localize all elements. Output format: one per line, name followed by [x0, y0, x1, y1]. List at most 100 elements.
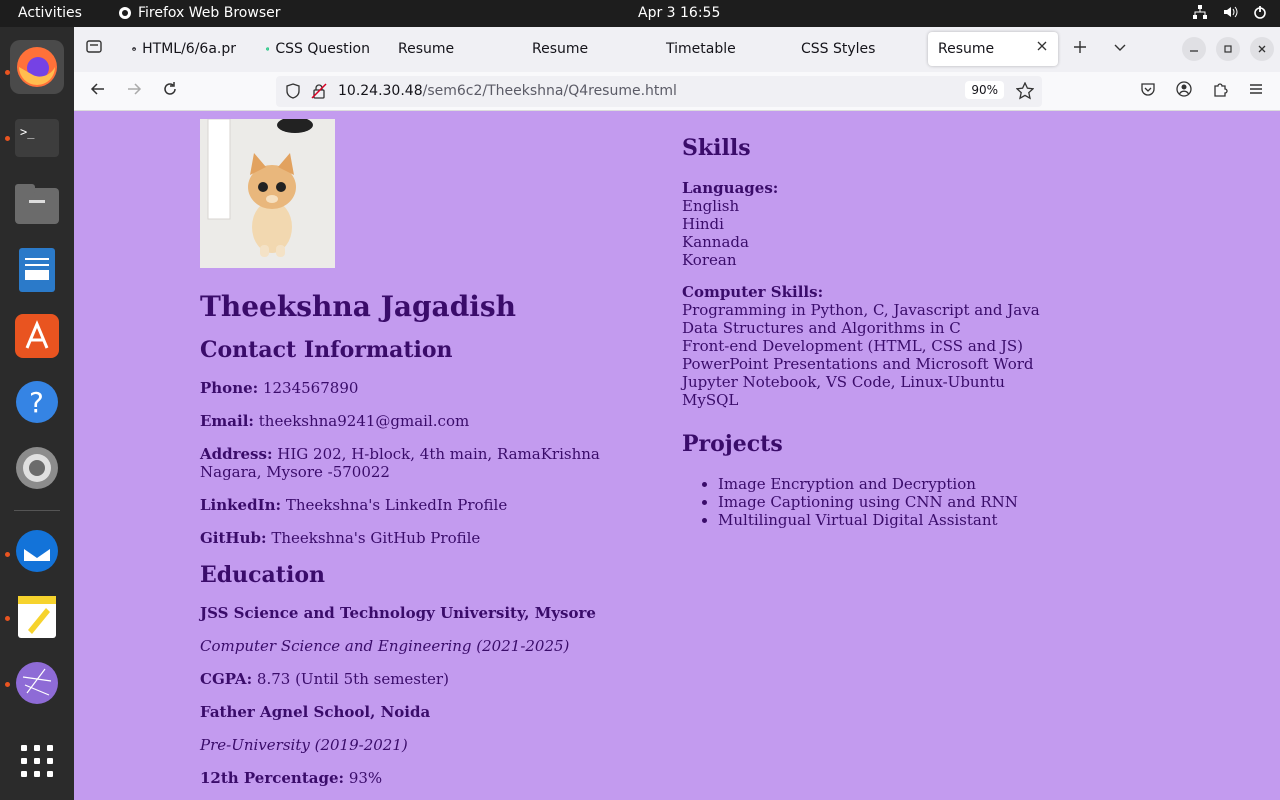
email-label: Email:	[200, 412, 254, 430]
arrow-left-icon	[90, 83, 104, 95]
close-tab-button[interactable]	[1036, 40, 1048, 56]
close-window-button[interactable]	[1250, 37, 1274, 61]
dock-firefox[interactable]	[10, 40, 64, 94]
cgpa-value: 8.73 (Until 5th semester)	[256, 670, 449, 688]
chatgpt-icon	[266, 47, 270, 51]
top-bar: Activities Firefox Web Browser Apr 3 16:…	[0, 0, 1280, 27]
folder-icon	[15, 184, 59, 224]
language-item: Hindi	[682, 215, 724, 233]
contact-email: Email: theekshna9241@gmail.com	[200, 412, 660, 430]
dock-app-center[interactable]	[10, 309, 64, 363]
maximize-icon	[1224, 45, 1232, 53]
left-column: Theekshna Jagadish Contact Information P…	[200, 119, 660, 800]
dock-network-app[interactable]	[10, 656, 64, 710]
tab-timetable[interactable]: Timetable	[656, 32, 780, 66]
cgpa-label: CGPA:	[200, 670, 253, 688]
dock-help[interactable]: ?	[10, 375, 64, 429]
tab-bar: HTML/6/6a.pr CSS Question Resume Resume …	[74, 27, 1280, 72]
firefox-small-icon	[119, 7, 131, 19]
app-name: Firefox Web Browser	[138, 5, 281, 21]
network-icon	[1193, 5, 1207, 19]
contact-phone: Phone: 1234567890	[200, 379, 660, 397]
computer-skills-label: Computer Skills:	[682, 283, 824, 301]
address-label: Address:	[200, 445, 273, 463]
tab-css-question[interactable]: CSS Question	[256, 32, 380, 66]
computer-skill-item: Programming in Python, C, Javascript and…	[682, 301, 1040, 319]
clock[interactable]: Apr 3 16:55	[638, 5, 720, 21]
dock-thunderbird[interactable]	[10, 524, 64, 578]
gear-icon	[16, 447, 58, 489]
system-tray[interactable]	[1192, 4, 1268, 20]
tab-github[interactable]: HTML/6/6a.pr	[122, 32, 246, 66]
url-path: /sem6c2/Theekshna/Q4resume.html	[422, 83, 677, 99]
tab-resume-active[interactable]: Resume	[928, 32, 1058, 66]
contact-github: GitHub: Theekshna's GitHub Profile	[200, 529, 660, 547]
menu-button[interactable]	[1244, 80, 1268, 104]
show-apps-button[interactable]	[10, 734, 64, 788]
volume-icon	[1224, 6, 1238, 18]
tab-css-styles[interactable]: CSS Styles	[791, 32, 915, 66]
projects-heading: Projects	[682, 431, 783, 457]
minimize-button[interactable]	[1182, 37, 1206, 61]
hamburger-icon	[1250, 84, 1262, 94]
dock-writer[interactable]	[10, 243, 64, 297]
maximize-button[interactable]	[1216, 37, 1240, 61]
forward-button[interactable]	[122, 80, 146, 104]
chevron-down-icon	[1114, 44, 1126, 51]
plus-icon	[1074, 41, 1086, 53]
pocket-button[interactable]	[1136, 80, 1160, 104]
tab-resume-1[interactable]: Resume	[388, 32, 512, 66]
twelfth-value: 93%	[348, 769, 383, 787]
github-icon	[132, 47, 136, 51]
tracking-protection-button[interactable]	[285, 83, 301, 103]
back-button[interactable]	[86, 80, 110, 104]
email-value: theekshna9241@gmail.com	[258, 412, 470, 430]
notepad-icon	[18, 596, 56, 638]
project-item: Multilingual Virtual Digital Assistant	[718, 511, 1062, 529]
dock-text-editor[interactable]	[10, 590, 64, 644]
account-button[interactable]	[1172, 80, 1196, 104]
tab-label: CSS Styles	[801, 41, 876, 57]
computer-skill-item: PowerPoint Presentations and Microsoft W…	[682, 355, 1034, 373]
twelfth-label: 12th Percentage:	[200, 769, 345, 787]
kitten-image	[200, 119, 335, 268]
url-bar[interactable]: 10.24.30.48/sem6c2/Theekshna/Q4resume.ht…	[276, 76, 1042, 107]
college-name-text: JSS Science and Technology University, M…	[200, 604, 596, 622]
github-link[interactable]: Theekshna's GitHub Profile	[271, 529, 480, 547]
zoom-indicator[interactable]: 90%	[965, 81, 1004, 99]
linkedin-label: LinkedIn:	[200, 496, 282, 514]
projects-list: Image Encryption and Decryption Image Ca…	[718, 475, 1062, 529]
contact-address: Address: HIG 202, H-block, 4th main, Ram…	[200, 445, 660, 481]
bookmark-button[interactable]	[1015, 81, 1035, 104]
arrow-right-icon	[128, 83, 142, 95]
svg-text:>_: >_	[20, 125, 35, 139]
app-menu[interactable]: Firefox Web Browser	[118, 5, 281, 21]
cgpa: CGPA: 8.73 (Until 5th semester)	[200, 670, 660, 688]
dock: >_ ?	[0, 27, 74, 800]
college-course: Computer Science and Engineering (2021-2…	[200, 637, 570, 655]
extensions-button[interactable]	[1208, 80, 1232, 104]
firefox-view-button[interactable]	[82, 37, 106, 61]
reload-button[interactable]	[158, 80, 182, 104]
svg-text:?: ?	[29, 386, 44, 419]
dock-terminal[interactable]: >_	[10, 111, 64, 165]
profile-photo	[200, 119, 335, 268]
twelfth-percentage: 12th Percentage: 93%	[200, 769, 660, 787]
url-text[interactable]: 10.24.30.48/sem6c2/Theekshna/Q4resume.ht…	[338, 83, 677, 99]
store-icon	[15, 314, 59, 358]
dock-files[interactable]	[10, 177, 64, 231]
resume-name: Theekshna Jagadish	[200, 290, 517, 323]
linkedin-link[interactable]: Theekshna's LinkedIn Profile	[286, 496, 507, 514]
tab-resume-2[interactable]: Resume	[522, 32, 646, 66]
activities-button[interactable]: Activities	[18, 5, 82, 21]
new-tab-button[interactable]	[1068, 37, 1092, 61]
languages-block: Languages: English Hindi Kannada Korean	[682, 179, 1062, 269]
list-tabs-button[interactable]	[1108, 37, 1132, 61]
site-info-button[interactable]	[311, 83, 327, 103]
dock-settings[interactable]	[10, 441, 64, 495]
network-app-icon	[16, 662, 58, 704]
computer-skill-item: Front-end Development (HTML, CSS and JS)	[682, 337, 1023, 355]
education-heading: Education	[200, 562, 325, 588]
tab-label: CSS Question	[275, 41, 370, 57]
computer-skill-item: Data Structures and Algorithms in C	[682, 319, 961, 337]
